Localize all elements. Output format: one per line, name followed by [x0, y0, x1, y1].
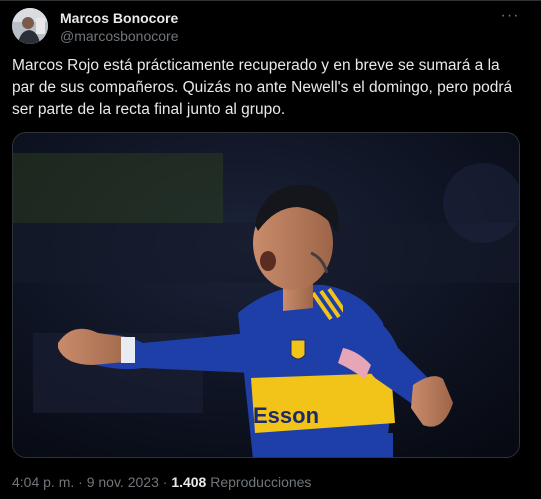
- views-count: 1.408: [171, 474, 207, 490]
- tweet-text: Marcos Rojo está prácticamente recuperad…: [12, 57, 513, 118]
- avatar[interactable]: [12, 8, 48, 44]
- views-label: Reproducciones: [210, 474, 312, 490]
- meta-separator: ·: [78, 474, 83, 490]
- author-handle[interactable]: @marcosbonocore: [60, 27, 179, 45]
- tweet-metadata: 4:04 p. m. · 9 nov. 2023 · 1.408 Reprodu…: [12, 474, 311, 490]
- tweet-date[interactable]: 9 nov. 2023: [87, 474, 159, 490]
- player-photo: Esson: [13, 133, 519, 457]
- tweet-media[interactable]: Esson: [12, 132, 520, 458]
- meta-separator: ·: [162, 474, 168, 490]
- tweet-time[interactable]: 4:04 p. m.: [12, 474, 74, 490]
- author-name[interactable]: Marcos Bonocore: [60, 10, 179, 26]
- tweet-card: Marcos Bonocore @marcosbonocore ··· Marc…: [0, 0, 541, 499]
- more-options-icon[interactable]: ···: [499, 6, 521, 28]
- jersey-sponsor-text: Esson: [253, 403, 319, 428]
- author-block: Marcos Bonocore @marcosbonocore: [60, 10, 179, 45]
- avatar-image: [12, 8, 48, 44]
- top-divider: [0, 0, 541, 1]
